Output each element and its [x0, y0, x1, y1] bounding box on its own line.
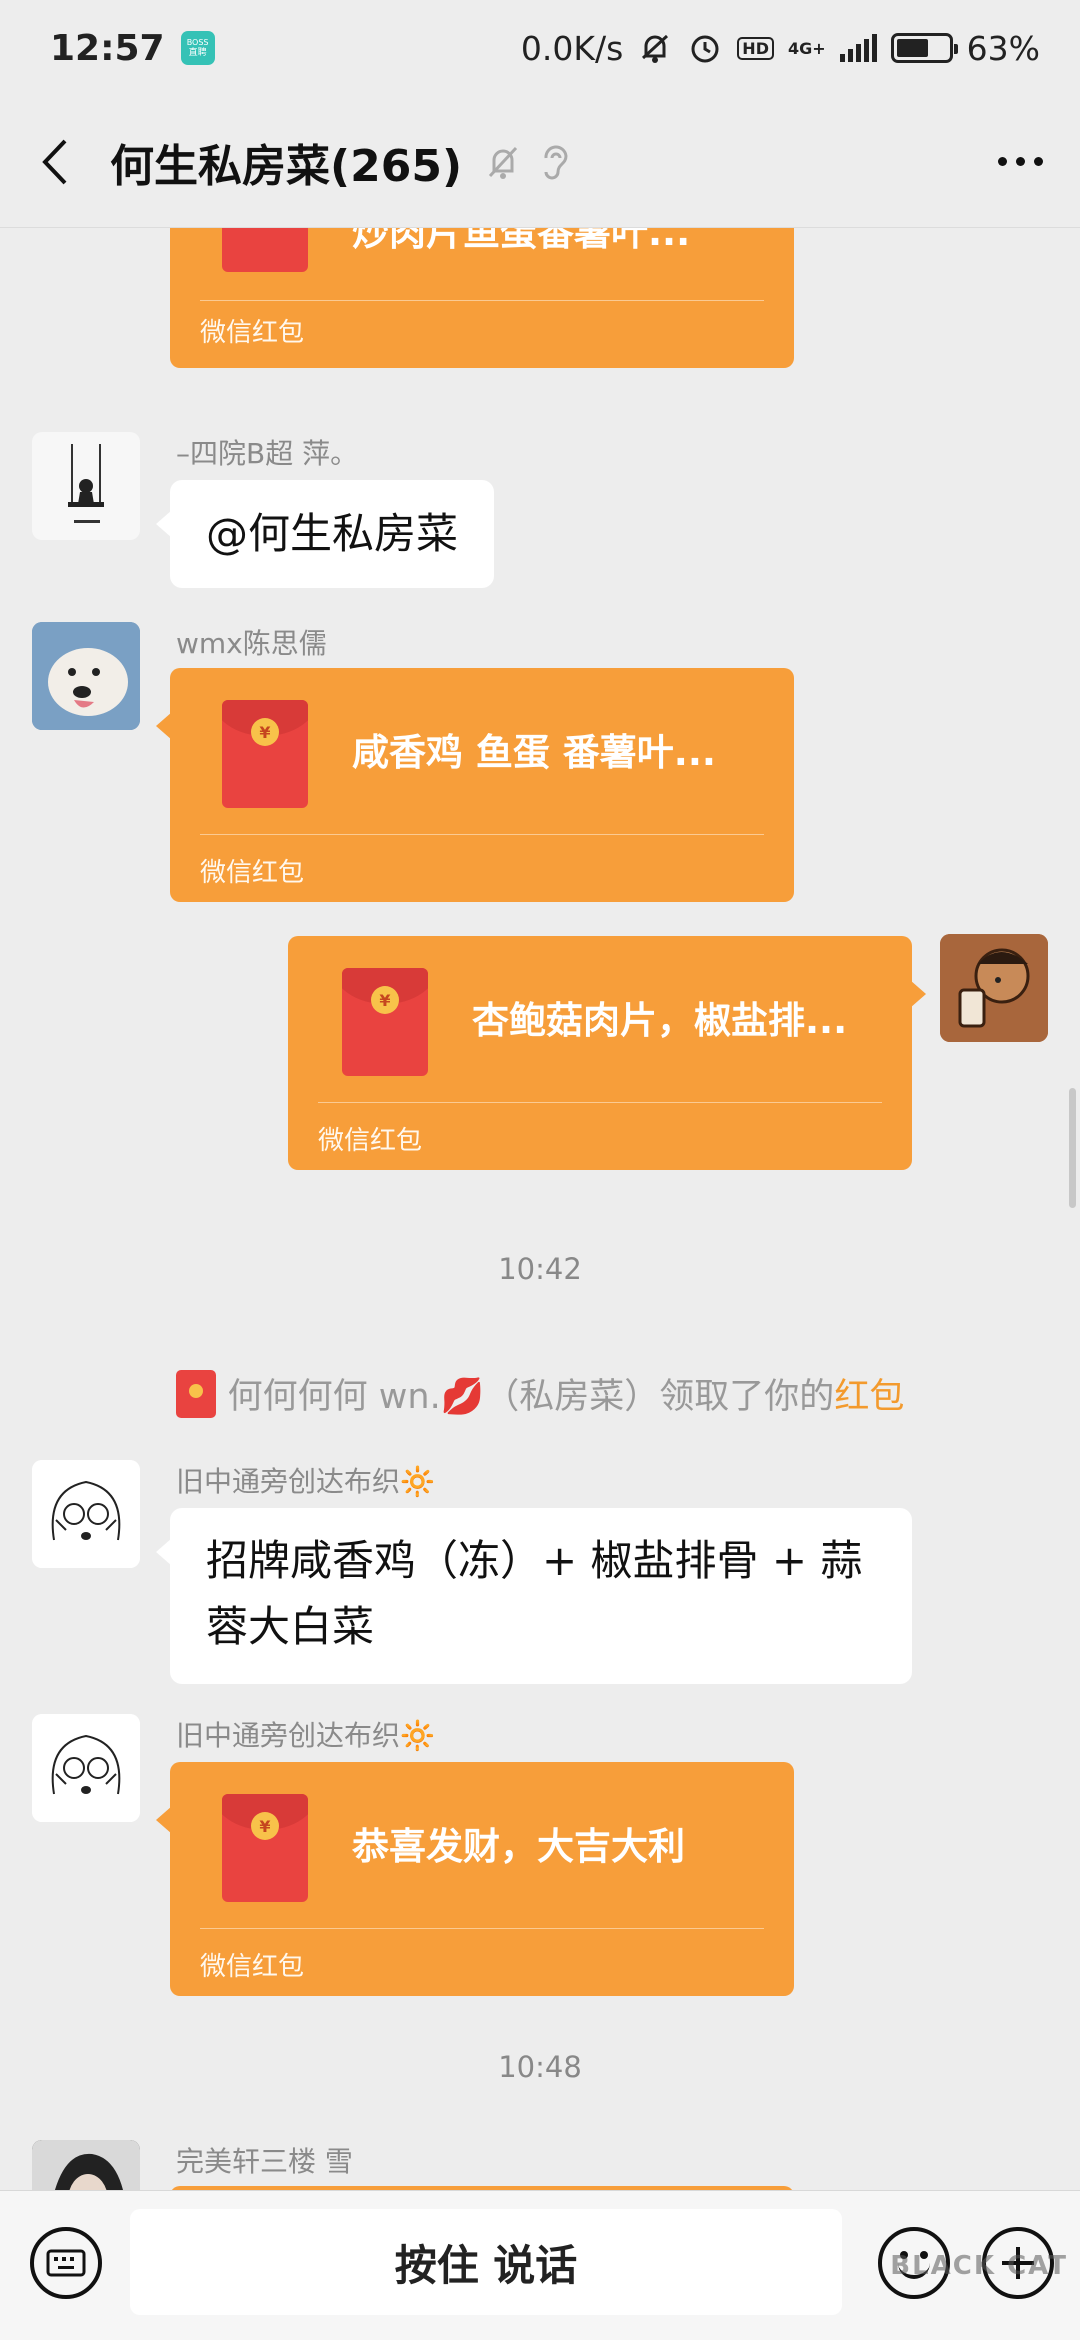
red-packet-divider — [200, 834, 764, 835]
network-type: 4G+ — [787, 38, 826, 58]
red-packet-text: 炒肉片鱼蛋番薯叶... — [352, 228, 691, 254]
sender-name: wmx陈思儒 — [176, 627, 327, 660]
more-options-button[interactable] — [960, 96, 1080, 227]
mute-bell-icon — [642, 34, 669, 63]
alarm-icon — [691, 35, 719, 63]
red-packet-label: 微信红包 — [318, 1126, 423, 1156]
message-line: 招牌咸香鸡（冻）+ 椒盐排骨 + 蒜 — [206, 1536, 863, 1585]
red-packet-text: 恭喜发财，大吉大利 — [352, 1825, 685, 1868]
red-packet-link[interactable]: 红包 — [834, 1377, 904, 1417]
red-envelope-icon: ¥ — [342, 968, 428, 1076]
back-arrow-icon — [42, 139, 67, 184]
red-packet-claim-notice: 何何何何 wn.💋（私房菜）领取了你的红包 — [0, 1368, 1080, 1419]
boss-app-icon: BOSS 直聘 — [180, 31, 215, 65]
message-line: 蓉大白菜 — [206, 1602, 375, 1651]
status-bar: 12:57 BOSS 直聘 0.0K/s HD 4G+ 63% — [0, 0, 1080, 96]
header-status-icons — [484, 142, 570, 182]
avatar[interactable] — [32, 622, 140, 730]
scrollbar[interactable] — [1069, 1088, 1076, 1208]
avatar[interactable] — [32, 432, 140, 540]
chat-title: 何生私房菜(265) — [110, 140, 463, 192]
back-button[interactable] — [0, 96, 110, 227]
keyboard-toggle-button[interactable] — [30, 2227, 102, 2299]
message-timestamp: 10:42 — [498, 1252, 582, 1286]
red-envelope-icon: ¥ — [222, 700, 308, 808]
signal-icon — [839, 34, 877, 62]
watermark: BLACK CAT — [890, 2251, 1068, 2281]
hd-icon: HD — [737, 36, 774, 60]
my-red-packet-message[interactable]: ¥ 杏鲍菇肉片，椒盐排... 微信红包 — [288, 936, 926, 1170]
battery-percent: 63% — [966, 28, 1040, 68]
message-timestamp: 10:48 — [498, 2050, 582, 2084]
text-message[interactable]: @何生私房菜 — [155, 480, 495, 588]
sender-name: 旧中通旁创达布织🔆 — [176, 1719, 435, 1752]
battery-icon — [890, 33, 958, 63]
avatar[interactable] — [32, 2140, 140, 2190]
hold-to-talk-button[interactable]: 按住 说话 — [130, 2209, 842, 2315]
red-packet-label: 微信红包 — [200, 1952, 305, 1982]
notice-text: 何何何何 wn.💋（私房菜）领取了你的 — [227, 1377, 835, 1417]
sender-name: –四院B超 萍。 — [176, 437, 359, 470]
red-packet-label: 微信红包 — [200, 318, 305, 348]
red-packet-message[interactable]: ¥ 炒肉片鱼蛋番薯叶... 微信红包 — [170, 228, 794, 368]
chat-list[interactable]: ¥ 炒肉片鱼蛋番薯叶... 微信红包 –四院B超 萍。 @何生私房菜 wmx陈思… — [0, 228, 1080, 2190]
red-packet-divider — [318, 1102, 882, 1103]
net-speed: 0.0K/s — [520, 28, 624, 68]
sender-name: 完美轩三楼 雪 — [176, 2145, 353, 2178]
red-packet-message[interactable]: ¥ 恭喜发财，大吉大利 微信红包 — [156, 1762, 794, 1996]
my-avatar[interactable] — [940, 934, 1048, 1042]
status-time: 12:57 — [50, 27, 165, 69]
red-envelope-icon: ¥ — [222, 228, 308, 272]
red-packet-text: 杏鲍菇肉片，椒盐排... — [472, 999, 848, 1042]
red-packet-text: 咸香鸡 鱼蛋 番薯叶... — [352, 731, 716, 774]
sender-name: 旧中通旁创达布织🔆 — [176, 1465, 435, 1498]
red-envelope-icon: ¥ — [222, 1794, 308, 1902]
keyboard-icon — [46, 2249, 86, 2277]
avatar[interactable] — [32, 1714, 140, 1822]
avatar[interactable] — [32, 1460, 140, 1568]
red-packet-small-icon — [175, 1369, 216, 1418]
red-packet-divider — [200, 1928, 764, 1929]
chat-header: 何生私房菜(265) — [0, 96, 1080, 228]
ear-icon — [544, 145, 568, 179]
red-packet-divider — [200, 300, 764, 301]
mute-notification-icon — [488, 146, 518, 179]
red-packet-label: 微信红包 — [200, 858, 305, 888]
input-bar: 按住 说话 BLACK CAT — [0, 2190, 1080, 2340]
text-message[interactable]: 招牌咸香鸡（冻）+ 椒盐排骨 + 蒜 蓉大白菜 — [156, 1508, 912, 1684]
status-right: 0.0K/s HD 4G+ 63% — [521, 29, 1040, 68]
red-packet-message[interactable]: ¥ 咸香鸡 鱼蛋 番薯叶... 微信红包 — [156, 668, 794, 902]
